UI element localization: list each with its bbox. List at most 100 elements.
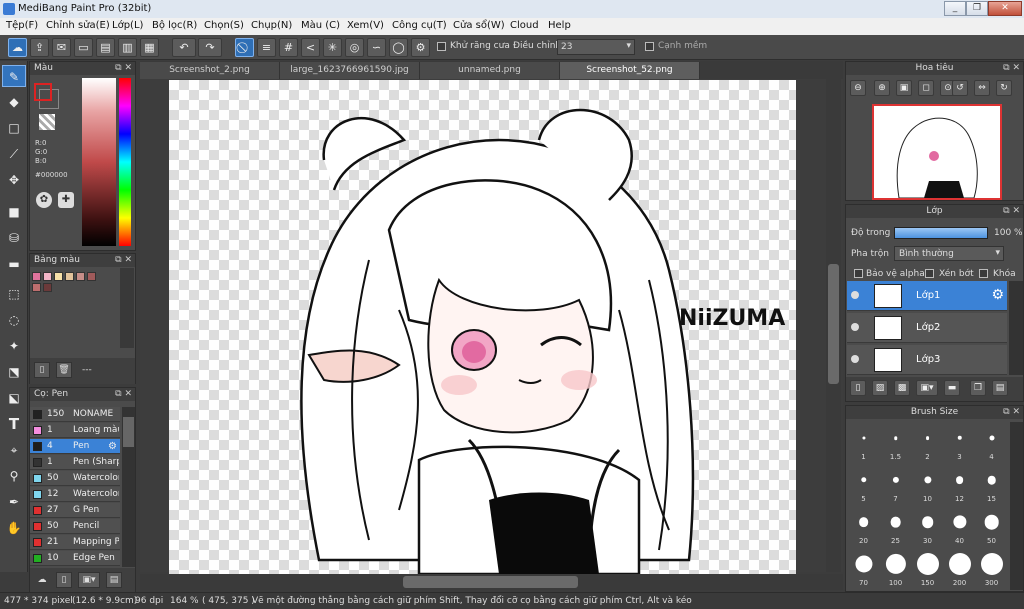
palette-swatch[interactable] (76, 272, 85, 281)
comment-icon[interactable]: ▭ (74, 38, 93, 57)
soft-edge-checkbox[interactable] (645, 42, 654, 51)
text-tool-icon[interactable]: T (2, 413, 26, 435)
menu-help[interactable]: Help (548, 20, 571, 31)
eye-icon[interactable] (851, 291, 859, 299)
add-brush-icon[interactable]: ▣▾ (78, 572, 100, 588)
protect-alpha-checkbox[interactable] (854, 269, 863, 278)
opacity-slider[interactable] (894, 227, 988, 239)
zoom-in-icon[interactable]: ⊕ (874, 80, 890, 96)
brush-scroll-thumb[interactable] (123, 417, 134, 447)
brush-size-option[interactable]: 10 (912, 464, 943, 504)
layer-row[interactable]: Lớp2 (847, 313, 1007, 343)
menu-tools[interactable]: Công cụ(T) (392, 20, 447, 31)
lock-checkbox[interactable] (979, 269, 988, 278)
hue-slider[interactable] (119, 78, 131, 246)
brush-size-option[interactable]: 3 (944, 422, 975, 462)
brush-size-option[interactable]: 150 (912, 548, 943, 588)
actual-size-icon[interactable]: ◻ (918, 80, 934, 96)
eye-icon[interactable] (851, 323, 859, 331)
select-eraser-tool-icon[interactable]: ⬕ (2, 387, 26, 409)
canvas-vertical-scrollbar[interactable] (826, 79, 841, 572)
navigator-preview[interactable] (872, 104, 1002, 200)
add-layer-menu-icon[interactable]: ▣▾ (916, 380, 938, 396)
canvas-hscroll-thumb[interactable] (403, 576, 578, 588)
clipping-checkbox[interactable] (925, 269, 934, 278)
panel-close-icon[interactable]: ⧉ ✕ (115, 62, 132, 75)
lasso-tool-icon[interactable]: ◌ (2, 309, 26, 331)
brush-item[interactable]: 1 Pen (Sharp) (30, 455, 120, 470)
undo-icon[interactable]: ↶ (172, 38, 196, 57)
brightness-picker[interactable] (82, 78, 116, 246)
brush-item[interactable]: 4 Pen ⚙ (30, 439, 120, 454)
brush-size-option[interactable]: 25 (880, 506, 911, 546)
new-brush-icon[interactable]: ▯ (56, 572, 72, 588)
tab-screenshot-2[interactable]: Screenshot_2.png (140, 62, 280, 79)
zoom-out-icon[interactable]: ⊖ (850, 80, 866, 96)
select-pen-tool-icon[interactable]: ⬔ (2, 361, 26, 383)
layer-scrollbar[interactable] (1009, 281, 1023, 375)
redo-icon[interactable]: ↷ (198, 38, 222, 57)
brush-size-option[interactable]: 2 (912, 422, 943, 462)
cloud-icon[interactable]: ☁ (8, 38, 27, 57)
brush-item[interactable]: 50 Pencil (30, 519, 120, 534)
brush-size-option[interactable]: 300 (976, 548, 1007, 588)
brush-size-option[interactable]: 7 (880, 464, 911, 504)
magic-wand-tool-icon[interactable]: ✦ (2, 335, 26, 357)
canvas-horizontal-scrollbar[interactable] (140, 574, 843, 590)
transparent-color-swatch[interactable] (39, 114, 55, 130)
blend-mode-dropdown[interactable]: Bình thường ▾ (894, 246, 1004, 261)
brush-size-option[interactable]: 70 (848, 548, 879, 588)
palette-swatch[interactable] (65, 272, 74, 281)
canvas-vscroll-thumb[interactable] (828, 264, 839, 384)
menu-filter[interactable]: Bộ lọc(R) (152, 20, 197, 31)
panel-layout-icon[interactable]: ▦ (140, 38, 159, 57)
circle-snap-icon[interactable]: ◯ (389, 38, 408, 57)
brush-size-option[interactable]: 50 (976, 506, 1007, 546)
layer-row[interactable]: Lớp3 (847, 345, 1007, 375)
document-icon[interactable]: ▤ (96, 38, 115, 57)
dot-tool-icon[interactable]: ⟋ (2, 143, 26, 165)
brush-size-option[interactable]: 30 (912, 506, 943, 546)
close-button[interactable]: ✕ (988, 1, 1022, 16)
rectangle-tool-icon[interactable]: □ (2, 117, 26, 139)
layer-row[interactable]: Lớp1 ⚙ (847, 281, 1007, 311)
panel-close-icon[interactable]: ⧉ ✕ (115, 254, 132, 267)
new-halftone-layer-icon[interactable]: ▨ (872, 380, 888, 396)
merge-layer-icon[interactable]: ▤ (992, 380, 1008, 396)
hand-tool-icon[interactable]: ✋ (2, 517, 26, 539)
gear-icon[interactable]: ⚙ (411, 38, 430, 57)
rotate-left-icon[interactable]: ↺ (952, 80, 968, 96)
brush-size-option[interactable]: 100 (880, 548, 911, 588)
pen-nib-tool-icon[interactable]: ✒ (2, 491, 26, 513)
concentric-snap-icon[interactable]: ◎ (345, 38, 364, 57)
fill-rect-tool-icon[interactable]: ■ (2, 201, 26, 223)
brush-item[interactable]: 150 NONAME (30, 407, 120, 422)
radial-snap-icon[interactable]: ✳ (323, 38, 342, 57)
palette-swatch[interactable] (43, 283, 52, 292)
fit-icon[interactable]: ▣ (896, 80, 912, 96)
palette-swatch[interactable] (87, 272, 96, 281)
palette-swatch[interactable] (32, 272, 41, 281)
brush-settings-icon[interactable]: ▤ (106, 572, 122, 588)
menu-view[interactable]: Xem(V) (347, 20, 384, 31)
page-icon[interactable]: ▥ (118, 38, 137, 57)
brush-tool-icon[interactable]: ✎ (2, 65, 26, 87)
perspective-snap-icon[interactable]: < (301, 38, 320, 57)
palette-swatch[interactable] (43, 272, 52, 281)
eye-icon[interactable] (851, 355, 859, 363)
upload-icon[interactable]: ⇪ (30, 38, 49, 57)
bucket-tool-icon[interactable]: ⛁ (2, 227, 26, 249)
tab-screenshot-52[interactable]: Screenshot_52.png (560, 62, 700, 79)
menu-select[interactable]: Chọn(S) (204, 20, 244, 31)
brush-item[interactable]: 21 Mapping Pen (30, 535, 120, 550)
menu-cloud[interactable]: Cloud (510, 20, 539, 31)
foreground-color-swatch[interactable] (34, 83, 52, 101)
brush-size-option[interactable]: 1 (848, 422, 879, 462)
speech-bubble-icon[interactable]: ✉ (52, 38, 71, 57)
menu-window[interactable]: Cửa sổ(W) (453, 20, 505, 31)
brush-size-option[interactable]: 40 (944, 506, 975, 546)
gear-icon[interactable]: ⚙ (991, 287, 1004, 303)
operation-tool-icon[interactable]: ⌖ (2, 439, 26, 461)
brush-scrollbar[interactable] (122, 407, 135, 567)
new-palette-icon[interactable]: ▯ (34, 362, 50, 378)
